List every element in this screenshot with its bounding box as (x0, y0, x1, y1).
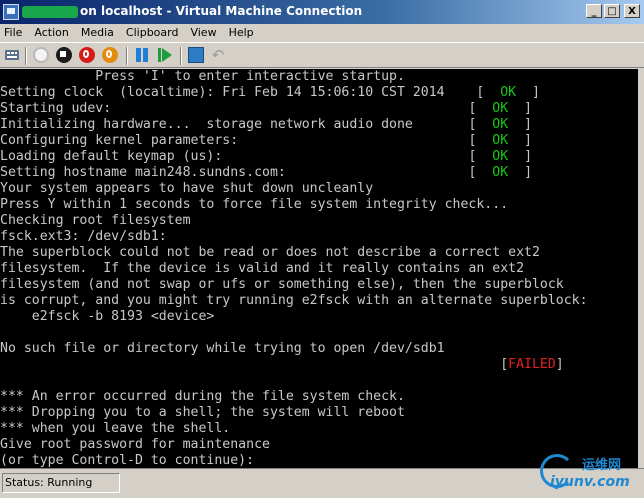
console-line-text: (or type Control-D to continue): (0, 453, 255, 468)
redacted-vm-name (22, 6, 78, 18)
console-line-text: *** An error occurred during the file sy… (0, 389, 405, 404)
console-line-text: *** when you leave the shell. (0, 421, 231, 436)
console-line: Starting udev: [ OK ] (0, 101, 532, 116)
console-line: *** when you leave the shell. (0, 421, 638, 437)
console-line: Configuring kernel parameters: [ OK ] (0, 133, 532, 148)
console-line-text: fsck.ext3: /dev/sdb1: (0, 229, 167, 244)
console-padding (445, 85, 477, 100)
watermark-en: iyunv.com (550, 474, 630, 490)
toolbar-separator (126, 47, 128, 65)
console-padding (238, 133, 468, 148)
maximize-button[interactable]: □ (604, 4, 620, 18)
status-panel: Status: Running (2, 473, 120, 493)
console-line-text: filesystem. If the device is valid and i… (0, 261, 525, 276)
vm-console-screen[interactable]: Press 'I' to enter interactive startup. S… (0, 69, 638, 468)
toolbar-separator (25, 47, 27, 65)
console-line-text: Give root password for maintenance (0, 437, 270, 452)
status-ok-label: OK (492, 165, 509, 180)
console-line: filesystem (and not swap or ufs or somet… (0, 277, 638, 293)
console-line-text: Press 'I' to enter interactive startup. (0, 69, 405, 84)
watermark-cn: 运维网 (582, 458, 622, 473)
status-ok-label: OK (500, 85, 517, 100)
status-value: Running (47, 476, 93, 489)
close-button[interactable]: X (624, 4, 640, 18)
console-line-text: filesystem (and not swap or ufs or somet… (0, 277, 564, 292)
site-watermark: 运维网 iyunv.com (538, 452, 638, 496)
console-line: No such file or directory while trying t… (0, 341, 638, 357)
shut-down-icon[interactable] (79, 47, 95, 63)
status-ok-label: OK (492, 133, 509, 148)
menu-view[interactable]: View (184, 26, 222, 39)
console-line-text: Setting hostname main248.sundns.com: (0, 165, 286, 180)
console-line: Press 'I' to enter interactive startup. (0, 69, 638, 85)
revert-icon[interactable]: ↶ (210, 47, 226, 63)
title-bar: on localhost - Virtual Machine Connectio… (0, 0, 644, 24)
minimize-button[interactable]: _ (586, 4, 602, 18)
console-line: is corrupt, and you might try running e2… (0, 293, 638, 309)
console-line-text: Checking root filesystem (0, 213, 191, 228)
console-line-text: The superblock could not be read or does… (0, 245, 540, 260)
status-ok-label: OK (492, 117, 509, 132)
console-line: [FAILED] (0, 357, 638, 373)
snapshot-icon[interactable] (188, 47, 204, 63)
console-line: fsck.ext3: /dev/sdb1: (0, 229, 638, 245)
console-line-text: Press Y within 1 seconds to force file s… (0, 197, 509, 212)
pause-icon[interactable] (134, 47, 150, 63)
status-label: Status: (5, 476, 44, 489)
console-line-text: No such file or directory while trying t… (0, 341, 445, 356)
console-line-text: Setting clock (localtime): Fri Feb 14 15… (0, 85, 445, 100)
console-line: e2fsck -b 8193 <device> (0, 309, 638, 325)
status-ok-label: OK (492, 101, 509, 116)
menu-media[interactable]: Media (75, 26, 120, 39)
console-gutter (638, 69, 644, 468)
console-line: Initializing hardware... storage network… (0, 117, 532, 132)
menu-action[interactable]: Action (28, 26, 74, 39)
turn-off-icon[interactable] (56, 47, 72, 63)
console-line-text: Starting udev: (0, 101, 112, 116)
toolbar-separator (180, 47, 182, 65)
console-line: Your system appears to have shut down un… (0, 181, 638, 197)
console-line: Press Y within 1 seconds to force file s… (0, 197, 638, 213)
console-padding (0, 357, 500, 372)
window-title: on localhost - Virtual Machine Connectio… (80, 4, 363, 18)
console-line: Setting clock (localtime): Fri Feb 14 15… (0, 85, 540, 100)
console-line: filesystem. If the device is valid and i… (0, 261, 638, 277)
vm-connection-icon (3, 4, 19, 20)
menu-bar: File Action Media Clipboard View Help (0, 24, 644, 40)
console-line: Loading default keymap (us): [ OK ] (0, 149, 533, 164)
console-line-text: Your system appears to have shut down un… (0, 181, 374, 196)
console-line-text: e2fsck -b 8193 <device> (0, 309, 215, 324)
console-line: Checking root filesystem (0, 213, 638, 229)
start-icon[interactable] (33, 47, 49, 63)
console-line: Setting hostname main248.sundns.com: [ O… (0, 165, 533, 180)
console-line: *** An error occurred during the file sy… (0, 389, 638, 405)
toolbar: ↶ (0, 42, 644, 68)
console-line-text: Loading default keymap (us): (0, 149, 223, 164)
console-padding (413, 117, 469, 132)
status-ok-label: OK (492, 149, 509, 164)
console-line: *** Dropping you to a shell; the system … (0, 405, 638, 421)
console-line-text: Configuring kernel parameters: (0, 133, 239, 148)
status-failed-label: FAILED (508, 357, 556, 372)
menu-help[interactable]: Help (223, 26, 260, 39)
console-padding (286, 165, 469, 180)
menu-clipboard[interactable]: Clipboard (120, 26, 185, 39)
console-padding (222, 149, 468, 164)
menu-file[interactable]: File (0, 26, 28, 39)
ctrl-alt-del-icon[interactable] (4, 47, 20, 63)
save-icon[interactable] (102, 47, 118, 63)
reset-icon[interactable] (157, 47, 173, 63)
console-line: Give root password for maintenance (0, 437, 638, 453)
console-line-text: *** Dropping you to a shell; the system … (0, 405, 405, 420)
console-line-text: Initializing hardware... storage network… (0, 117, 413, 132)
console-line: The superblock could not be read or does… (0, 245, 638, 261)
console-padding (111, 101, 468, 116)
console-line-text: is corrupt, and you might try running e2… (0, 293, 588, 308)
window-controls: _ □ X (586, 4, 640, 18)
